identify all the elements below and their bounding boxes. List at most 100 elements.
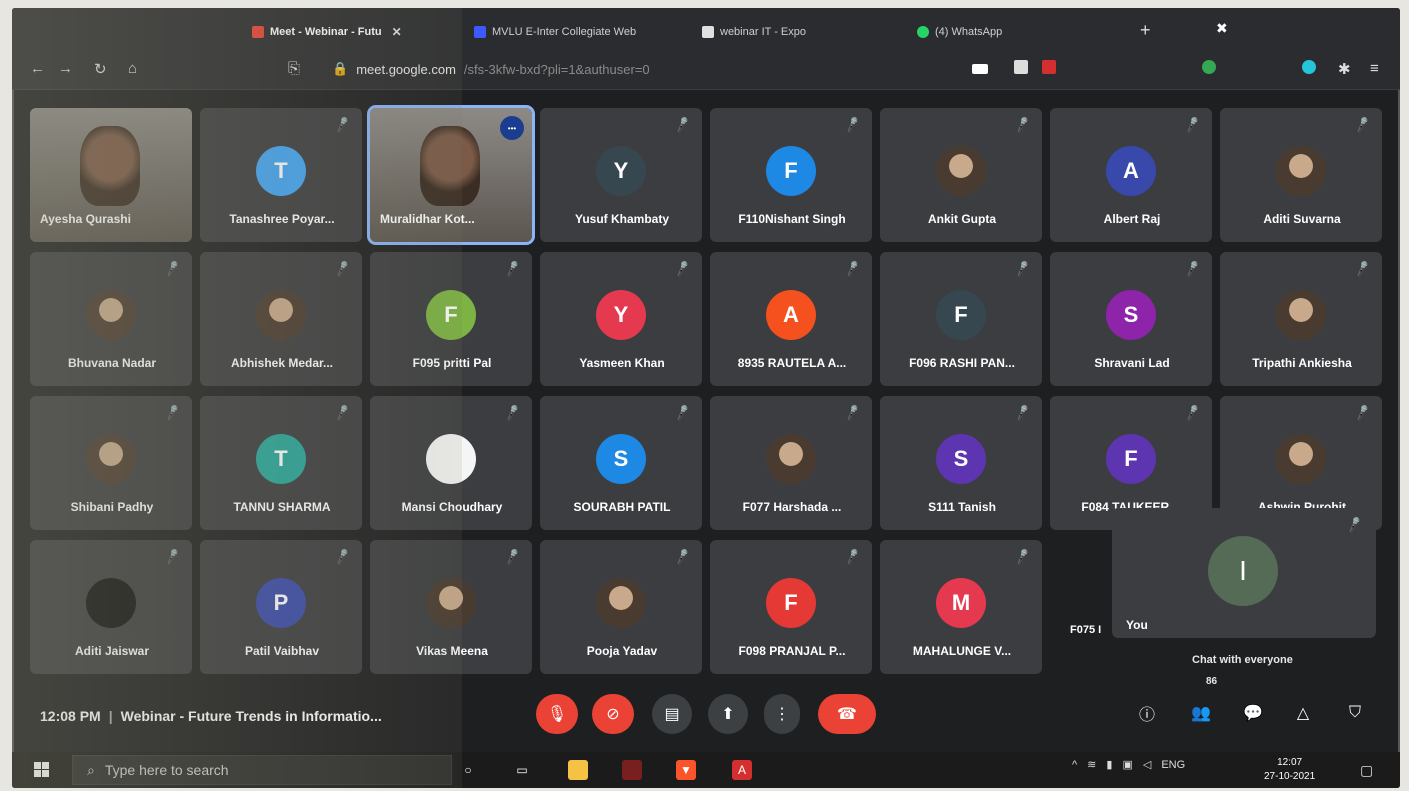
activities-icon[interactable]: △ xyxy=(1290,700,1316,726)
system-clock[interactable]: 12:07 27-10-2021 xyxy=(1264,756,1315,784)
participant-avatar xyxy=(1276,146,1326,196)
self-tile[interactable]: 🎤 I You xyxy=(1112,508,1376,638)
participant-tile[interactable]: 🎤 Y Yusuf Khambaty xyxy=(540,108,702,242)
participant-avatar xyxy=(1276,290,1326,340)
meeting-details-icon[interactable]: ⓘ xyxy=(1134,700,1160,726)
meeting-separator: | xyxy=(108,708,113,724)
participant-tile[interactable]: 🎤 F077 Harshada ... xyxy=(710,396,872,530)
participant-avatar xyxy=(596,578,646,628)
end-call-button[interactable]: ☎ xyxy=(818,694,876,734)
camera-toggle-button[interactable]: ⊘ xyxy=(592,694,634,734)
participant-avatar: A xyxy=(766,290,816,340)
taskbar-search[interactable]: ⌕ Type here to search xyxy=(72,755,452,785)
participant-tile[interactable]: 🎤 Shibani Padhy xyxy=(30,396,192,530)
system-tray: ^ ≋ ▮ ▣ ◁ ENG xyxy=(1072,758,1185,772)
shield-icon[interactable] xyxy=(1014,60,1028,74)
mic-off-icon: 🎙 xyxy=(546,706,568,723)
participant-name: Aditi Jaiswar xyxy=(74,644,150,658)
participant-tile[interactable]: 🎤 T TANNU SHARMA xyxy=(200,396,362,530)
cortana-icon[interactable]: ○ xyxy=(458,760,478,780)
reload-icon[interactable]: ↻ xyxy=(94,60,107,78)
back-icon[interactable]: ← xyxy=(30,60,45,77)
participant-tile[interactable]: 🎤 A 8935 RAUTELA A... xyxy=(710,252,872,386)
participant-tile[interactable]: 🎤 Abhishek Medar... xyxy=(200,252,362,386)
present-button[interactable]: ⬆ xyxy=(708,694,748,734)
extensions-puzzle-icon[interactable]: ✱ xyxy=(1338,60,1351,78)
participant-tile[interactable]: 🎤 F F110Nishant Singh xyxy=(710,108,872,242)
participant-tile[interactable]: Ayesha Qurashi xyxy=(30,108,192,242)
participant-name: Muralidhar Kot... xyxy=(380,212,475,226)
search-placeholder: Type here to search xyxy=(104,762,229,778)
mic-off-icon: 🎤 xyxy=(1013,259,1032,279)
participant-tile[interactable]: 🎤 Aditi Jaiswar xyxy=(30,540,192,674)
tab-expo[interactable]: webinar IT - Expo xyxy=(702,22,882,42)
mvlu-tab-favicon xyxy=(474,26,486,38)
participant-tile[interactable]: 🎤 F F095 pritti Pal xyxy=(370,252,532,386)
extension-icon[interactable] xyxy=(1042,60,1056,74)
camera-indicator-icon[interactable] xyxy=(972,64,988,74)
participant-tile[interactable]: 🎤 Tripathi Ankiesha xyxy=(1220,252,1382,386)
tab-mvlu[interactable]: MVLU E-Inter Collegiate Web xyxy=(474,22,674,42)
participant-tile[interactable]: 🎤 Pooja Yadav xyxy=(540,540,702,674)
participant-tile[interactable]: 🎤 P Patil Vaibhav xyxy=(200,540,362,674)
participant-tile[interactable]: 🎤 T Tanashree Poyar... xyxy=(200,108,362,242)
menu-icon[interactable]: ≡ xyxy=(1370,60,1379,77)
notification-icon[interactable]: ▢ xyxy=(1360,762,1373,779)
tab-whatsapp[interactable]: (4) WhatsApp xyxy=(917,22,1097,42)
participant-tile[interactable]: 🎤 Mansi Choudhary xyxy=(370,396,532,530)
participant-avatar: S xyxy=(936,434,986,484)
participant-avatar: P xyxy=(256,578,306,628)
more-options-button[interactable]: ⋮ xyxy=(764,694,800,734)
participant-tile[interactable]: 🎤 S Shravani Lad xyxy=(1050,252,1212,386)
mic-off-icon: 🎤 xyxy=(1013,115,1032,135)
participant-tile[interactable]: 🎤 Bhuvana Nadar xyxy=(30,252,192,386)
participant-tile[interactable]: 🎤 F F098 PRANJAL P... xyxy=(710,540,872,674)
acrobat-icon[interactable]: A xyxy=(732,760,752,780)
window-close-icon[interactable]: ✖ xyxy=(1216,20,1228,37)
app-icon[interactable] xyxy=(622,760,642,780)
host-controls-icon[interactable]: ⛉ xyxy=(1342,700,1368,726)
participant-tile[interactable]: ••• Muralidhar Kot... xyxy=(367,105,535,245)
participant-video xyxy=(420,126,480,206)
participant-tile[interactable]: 🎤 Aditi Suvarna xyxy=(1220,108,1382,242)
participant-name: F110Nishant Singh xyxy=(738,212,846,226)
file-explorer-icon[interactable] xyxy=(568,760,588,780)
chat-icon[interactable]: 💬 xyxy=(1240,700,1266,726)
mic-off-icon: 🎤 xyxy=(333,403,352,423)
tab-meet[interactable]: Meet - Webinar - Futu ✕ xyxy=(252,22,462,42)
wifi-icon[interactable]: ≋ xyxy=(1087,758,1096,771)
windows-start-icon[interactable] xyxy=(34,762,50,778)
grammarly-icon[interactable] xyxy=(1202,60,1216,74)
profile-icon[interactable] xyxy=(1302,60,1316,74)
participant-tile[interactable]: 🎤 Y Yasmeen Khan xyxy=(540,252,702,386)
bookmark-icon[interactable]: ⎘ xyxy=(288,60,300,77)
participant-tile[interactable]: 🎤 M MAHALUNGE V... xyxy=(880,540,1042,674)
people-count-badge: 86 xyxy=(1206,676,1218,687)
volume-icon[interactable]: ◁ xyxy=(1143,758,1151,771)
meeting-info: 12:08 PM | Webinar - Future Trends in Info… xyxy=(40,708,382,724)
captions-button[interactable]: ▤ xyxy=(652,694,692,734)
speaking-indicator-icon: ••• xyxy=(500,116,524,140)
participant-tile[interactable]: 🎤 S SOURABH PATIL xyxy=(540,396,702,530)
participant-tile[interactable]: 🎤 Vikas Meena xyxy=(370,540,532,674)
participant-name: Abhishek Medar... xyxy=(230,356,334,370)
participant-name: F095 pritti Pal xyxy=(412,356,492,370)
forward-icon[interactable]: → xyxy=(58,60,73,77)
task-view-icon[interactable]: ▭ xyxy=(512,760,532,780)
close-tab-icon[interactable]: ✕ xyxy=(392,25,402,39)
home-icon[interactable]: ⌂ xyxy=(128,60,137,77)
people-icon[interactable]: 👥 xyxy=(1188,700,1214,726)
participant-tile[interactable]: 🎤 Ankit Gupta xyxy=(880,108,1042,242)
tray-chevron-icon[interactable]: ^ xyxy=(1072,759,1077,771)
brave-browser-icon[interactable]: ▼ xyxy=(676,760,696,780)
participant-tile[interactable]: 🎤 S S111 Tanish xyxy=(880,396,1042,530)
language-indicator[interactable]: ENG xyxy=(1161,759,1185,771)
mic-toggle-button[interactable]: 🎙 xyxy=(536,694,578,734)
new-tab-icon[interactable]: + xyxy=(1140,20,1151,41)
battery-icon[interactable]: ▮ xyxy=(1106,758,1112,771)
mic-off-icon: 🎤 xyxy=(333,547,352,567)
participant-tile[interactable]: 🎤 A Albert Raj xyxy=(1050,108,1212,242)
url-field[interactable]: 🔒 meet.google.com /sfs-3kfw-bxd?pli=1&au… xyxy=(332,58,932,80)
network-icon[interactable]: ▣ xyxy=(1122,758,1132,771)
participant-tile[interactable]: 🎤 F F096 RASHI PAN... xyxy=(880,252,1042,386)
